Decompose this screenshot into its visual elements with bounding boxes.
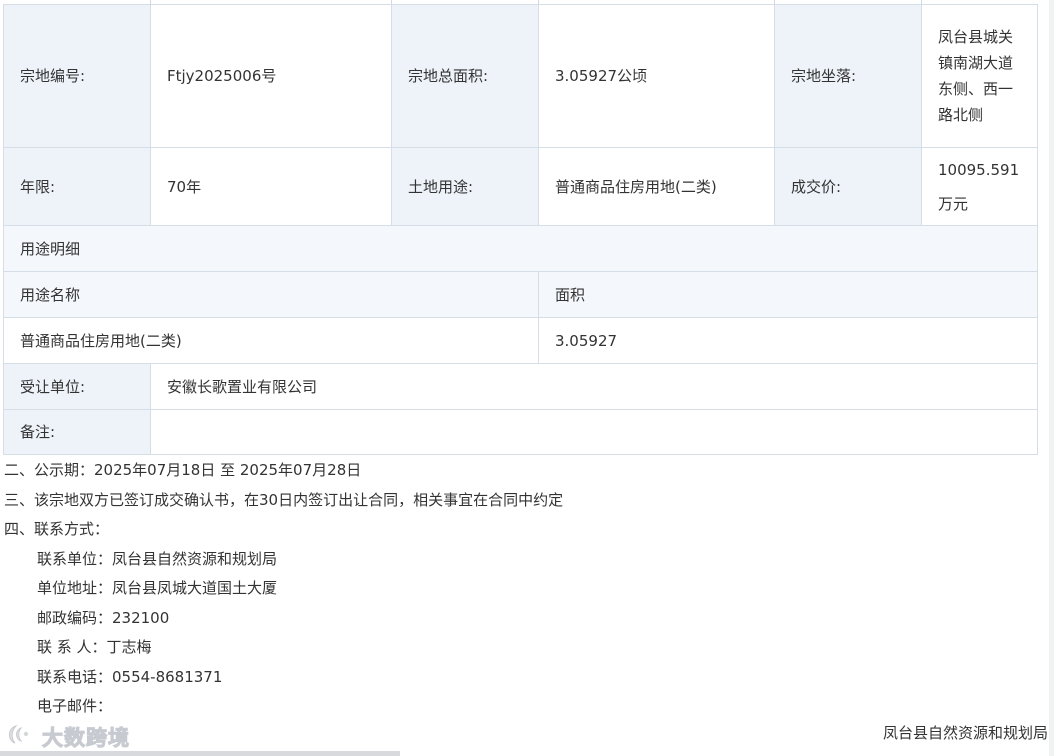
footer-org: 凤台县自然资源和规划局 [882,724,1048,742]
table-row: 备注: [3,409,1038,455]
contact-address: 单位地址：凤台县凤城大道国土大厦 [37,579,278,597]
location-label: 宗地坐落: [774,4,922,148]
grantee-value: 安徽长歌置业有限公司 [150,363,1038,410]
parcel-no-value: Ftjy2025006号 [150,4,392,148]
term-value: 70年 [150,147,392,226]
land-use-label: 土地用途: [391,147,539,226]
contact-person: 联 系 人：丁志梅 [37,638,152,656]
remark-label: 备注: [3,409,151,455]
publicity-period: 二、公示期：2025年07月18日 至 2025年07月28日 [4,461,362,479]
area-value: 3.05927公顷 [538,4,775,148]
grantee-label: 受让单位: [3,363,151,410]
logo-icon [4,722,38,752]
use-area-cell: 3.05927 [538,317,1038,364]
use-detail-title: 用途明细 [3,225,1038,272]
table-row: 宗地编号: Ftjy2025006号 宗地总面积: 3.05927公顷 宗地坐落… [3,4,1038,148]
land-use-value: 普通商品住房用地(二类) [538,147,775,226]
contact-title: 四、联系方式： [4,520,110,538]
table-row: 年限: 70年 土地用途: 普通商品住房用地(二类) 成交价: 10095.59… [3,147,1038,226]
watermark-text: 大数跨境 [42,726,130,751]
contact-unit: 联系单位：凤台县自然资源和规划局 [37,549,278,568]
remark-value [150,409,1038,455]
use-area-header: 面积 [538,271,1038,318]
parcel-no-label: 宗地编号: [3,4,151,148]
notes-section: 二、公示期：2025年07月18日 至 2025年07月28日 三、该宗地双方已… [4,456,1044,722]
area-label: 宗地总面积: [391,4,539,148]
price-value: 10095.591万元 [921,147,1038,226]
contact-email: 电子邮件： [37,697,113,715]
watermark: 大数跨境 [4,722,130,752]
contact-phone: 联系电话：0554-8681371 [37,667,223,686]
table-row: 用途明细 [3,225,1038,272]
horizontal-scrollbar[interactable] [0,751,400,756]
vertical-scrollbar-track[interactable] [1049,0,1054,756]
contact-postcode: 邮政编码：232100 [37,608,170,627]
term-label: 年限: [3,147,151,226]
use-name-cell: 普通商品住房用地(二类) [3,317,539,364]
price-label: 成交价: [774,147,922,226]
contract-note: 三、该宗地双方已签订成交确认书，在30日内签订出让合同，相关事宜在合同中约定 [4,490,564,509]
location-value: 凤台县城关镇南湖大道东侧、西一路北侧 [921,4,1038,148]
table-row: 普通商品住房用地(二类) 3.05927 [3,317,1038,364]
land-transaction-table: 宗地编号: Ftjy2025006号 宗地总面积: 3.05927公顷 宗地坐落… [3,4,1038,455]
table-row: 受让单位: 安徽长歌置业有限公司 [3,363,1038,410]
table-row: 用途名称 面积 [3,271,1038,318]
use-name-header: 用途名称 [3,271,539,318]
